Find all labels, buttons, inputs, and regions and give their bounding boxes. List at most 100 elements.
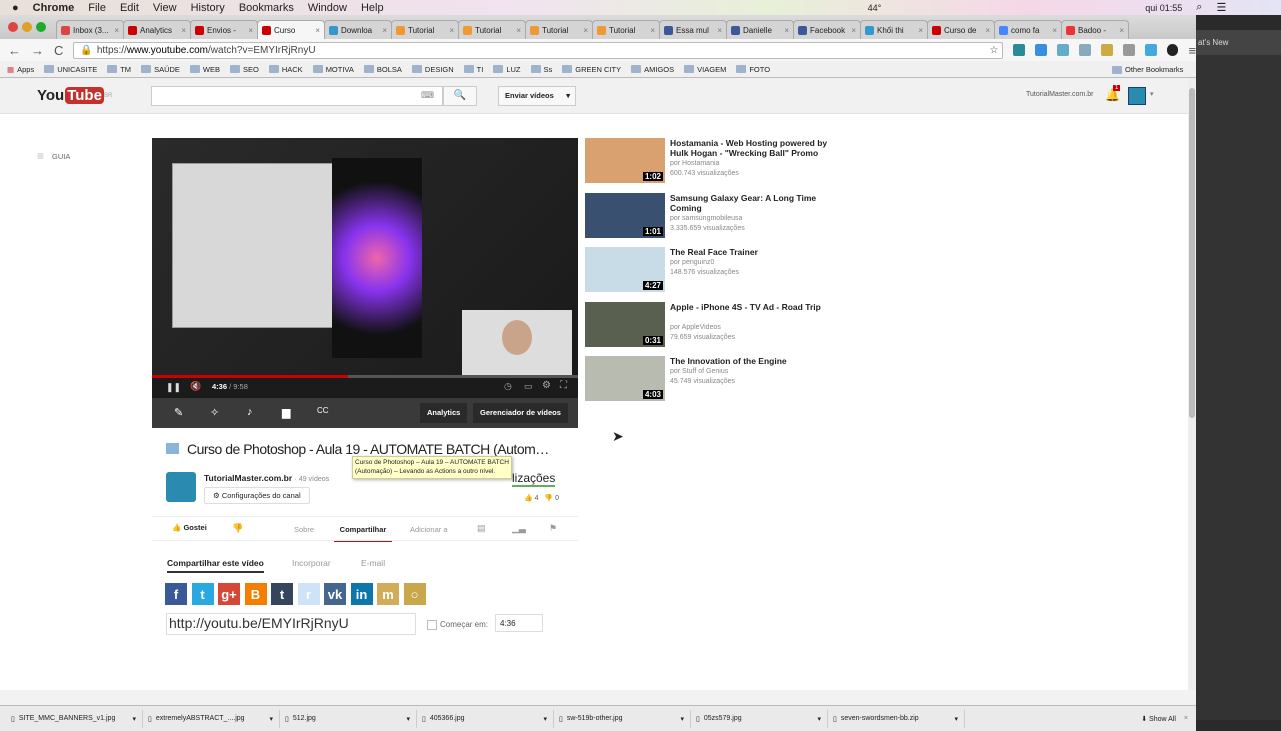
close-tab-icon[interactable]: × xyxy=(516,26,521,35)
audio-note-icon[interactable]: ♪ xyxy=(247,406,253,418)
extension-icon[interactable] xyxy=(1035,44,1048,56)
tab-8[interactable]: Tutorial × xyxy=(592,20,660,39)
close-tab-icon[interactable]: × xyxy=(851,26,856,35)
watch-later-icon[interactable]: ◷ xyxy=(504,381,512,392)
download-menu-chevron-icon[interactable]: ▾ xyxy=(406,715,410,723)
related-thumbnail[interactable]: 1:01 xyxy=(585,192,665,238)
theater-mode-icon[interactable]: ▭ xyxy=(524,381,533,392)
tab-2[interactable]: Envios - × xyxy=(190,20,258,39)
tab-9[interactable]: Essa mul × xyxy=(659,20,727,39)
twitter-share-icon[interactable]: t xyxy=(191,583,214,605)
search-button[interactable]: 🔍 xyxy=(443,86,477,106)
close-tab-icon[interactable]: × xyxy=(985,26,990,35)
download-item[interactable]: ▯ 405366.jpg ▾ xyxy=(417,709,554,728)
extension-icon[interactable] xyxy=(1166,44,1179,56)
close-tab-icon[interactable]: × xyxy=(315,26,320,35)
close-tab-icon[interactable]: × xyxy=(248,26,253,35)
share-tab-embed[interactable]: Incorporar xyxy=(292,558,331,568)
mute-icon[interactable]: 🔇 xyxy=(190,381,201,392)
stats-icon[interactable]: ▁▃ xyxy=(512,523,526,534)
related-title[interactable]: Hostamania - Web Hosting powered by Hulk… xyxy=(670,138,840,158)
settings-gear-icon[interactable]: ⚙ xyxy=(542,380,551,391)
bookmark-star-icon[interactable]: ☆ xyxy=(989,45,998,56)
apple-icon[interactable]: ● xyxy=(12,2,19,14)
bookmark-folder[interactable]: SAÚDE xyxy=(141,65,180,74)
report-flag-icon[interactable]: ⚑ xyxy=(549,523,557,534)
related-thumbnail[interactable]: 1:02 xyxy=(585,138,665,183)
menu-edit[interactable]: Edit xyxy=(120,2,139,14)
account-name[interactable]: TutorialMaster.com.br xyxy=(1026,91,1093,98)
minimize-window-button[interactable] xyxy=(22,22,32,32)
upload-button[interactable]: Enviar vídeos ▾ xyxy=(498,86,576,106)
tab-12[interactable]: Khối thi × xyxy=(860,20,928,39)
related-title[interactable]: The Real Face Trainer xyxy=(670,247,840,257)
tab-4[interactable]: Downloa × xyxy=(324,20,392,39)
related-title[interactable]: Samsung Galaxy Gear: A Long Time Coming xyxy=(670,193,840,213)
bookmark-folder[interactable]: BOLSA xyxy=(363,65,402,74)
page-scrollbar[interactable] xyxy=(1188,78,1196,690)
extension-icon[interactable] xyxy=(1057,44,1070,56)
download-menu-chevron-icon[interactable]: ▾ xyxy=(269,715,273,723)
channel-settings-button[interactable]: ⚙ Configurações do canal xyxy=(204,487,310,504)
keyboard-icon[interactable]: ⌨ xyxy=(421,90,434,101)
chrome-menu-icon[interactable]: ≡ xyxy=(1188,43,1196,58)
bookmark-folder[interactable]: TI xyxy=(463,65,483,74)
related-thumbnail[interactable]: 4:27 xyxy=(585,247,665,292)
close-tab-icon[interactable]: × xyxy=(382,26,387,35)
download-item[interactable]: ▯ seven-swordsmen-bb.zip ▾ xyxy=(828,709,965,728)
google-plus-share-icon[interactable]: g+ xyxy=(218,583,240,605)
blogger-share-icon[interactable]: B xyxy=(244,583,267,605)
menu-chrome[interactable]: Chrome xyxy=(33,2,75,14)
related-title[interactable]: The Innovation of the Engine xyxy=(670,356,840,366)
tab-15[interactable]: Badoo - × xyxy=(1061,20,1129,39)
download-menu-chevron-icon[interactable]: ▾ xyxy=(543,715,547,723)
menu-view[interactable]: View xyxy=(153,2,177,14)
extension-icon[interactable] xyxy=(1100,44,1113,56)
download-item[interactable]: ▯ extremelyABSTRACT_....jpg ▾ xyxy=(143,709,280,728)
tab-1[interactable]: Analytics × xyxy=(123,20,191,39)
close-tab-icon[interactable]: × xyxy=(784,26,789,35)
chevron-down-icon[interactable]: ▾ xyxy=(566,87,570,105)
enhancements-wand-icon[interactable]: ✧ xyxy=(210,406,219,419)
share-tab-share-video[interactable]: Compartilhar este vídeo xyxy=(167,558,264,573)
tumblr-share-icon[interactable]: t xyxy=(271,583,293,605)
bookmark-folder[interactable]: LUZ xyxy=(493,65,521,74)
reddit-share-icon[interactable]: r xyxy=(297,583,320,605)
video-player[interactable] xyxy=(152,138,578,381)
avatar[interactable] xyxy=(1128,87,1146,105)
captions-icon[interactable]: CC xyxy=(317,406,329,415)
close-tab-icon[interactable]: × xyxy=(918,26,923,35)
download-item[interactable]: ▯ 512.jpg ▾ xyxy=(280,709,417,728)
youtube-logo[interactable]: You Tube BR xyxy=(37,87,112,104)
close-tab-icon[interactable]: × xyxy=(717,26,722,35)
share-url-input[interactable]: http://youtu.be/EMYIrRjRnyU xyxy=(166,613,416,635)
reload-icon[interactable]: C xyxy=(54,43,63,58)
forward-icon[interactable]: → xyxy=(31,43,44,58)
tab-3[interactable]: Curso × xyxy=(257,20,325,39)
notifications-bell-icon[interactable]: 🔔 1 xyxy=(1105,85,1121,102)
share-tab-email[interactable]: E-mail xyxy=(361,558,385,568)
menu-file[interactable]: File xyxy=(88,2,106,14)
close-tab-icon[interactable]: × xyxy=(583,26,588,35)
search-input[interactable]: ⌨ xyxy=(151,86,443,106)
close-tab-icon[interactable]: × xyxy=(449,26,454,35)
bookmark-folder[interactable]: WEB xyxy=(189,65,220,74)
like-button[interactable]: 👍 Gostei xyxy=(172,523,207,532)
notification-center-icon[interactable]: ☰ xyxy=(1216,1,1226,14)
tab-about[interactable]: Sobre xyxy=(294,525,314,534)
other-share-icon[interactable]: ○ xyxy=(403,583,426,605)
tab-13[interactable]: Curso de × xyxy=(927,20,995,39)
bookmark-folder[interactable]: UNICASITE xyxy=(44,65,97,74)
channel-name[interactable]: TutorialMaster.com.br xyxy=(204,473,292,483)
close-tab-icon[interactable]: × xyxy=(181,26,186,35)
edit-pencil-icon[interactable]: ✎ xyxy=(174,406,183,419)
pause-icon[interactable]: ❚❚ xyxy=(166,382,181,393)
close-tab-icon[interactable]: × xyxy=(1052,26,1057,35)
tab-add-to[interactable]: Adicionar a xyxy=(410,525,448,534)
transcript-icon[interactable]: ▤ xyxy=(477,523,486,534)
analytics-button[interactable]: Analytics xyxy=(420,403,468,423)
scrollbar-thumb[interactable] xyxy=(1189,88,1195,418)
bookmark-folder[interactable]: AMIGOS xyxy=(631,65,674,74)
related-thumbnail[interactable]: 0:31 xyxy=(585,301,665,347)
menu-help[interactable]: Help xyxy=(361,2,384,14)
